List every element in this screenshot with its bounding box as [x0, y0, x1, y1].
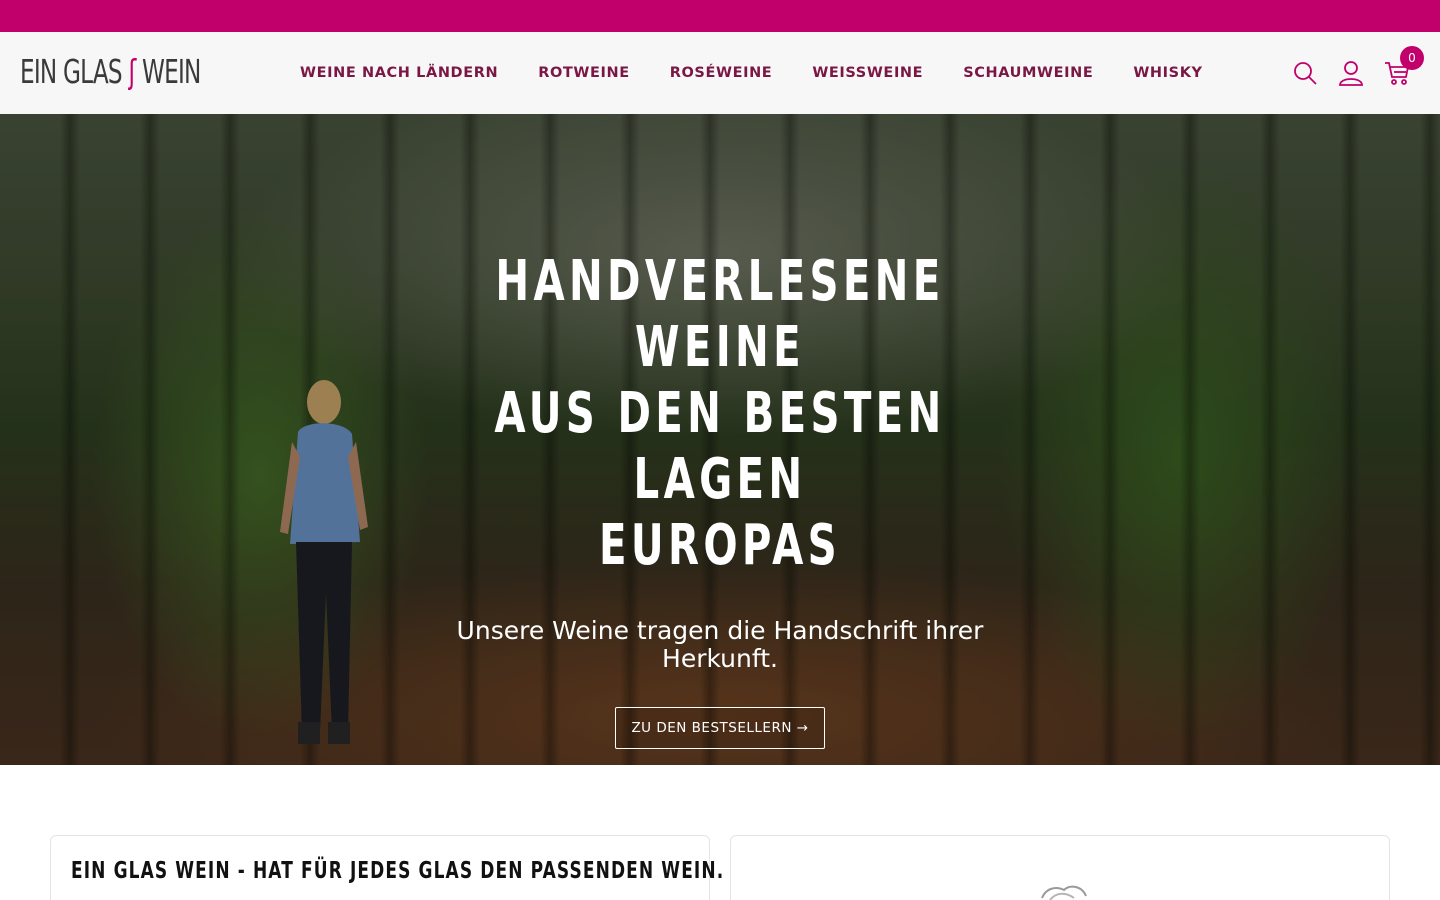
info-cards: EIN GLAS WEIN - HAT FÜR JEDES GLAS DEN P… — [50, 835, 1390, 900]
hero-title-line-3: EUROPAS — [599, 513, 841, 578]
hero-subtitle: Unsere Weine tragen die Handschrift ihre… — [456, 616, 984, 673]
nav-item-rotweine[interactable]: ROTWEINE — [538, 65, 630, 81]
hero-banner: HANDVERLESENE WEINE AUS DEN BESTEN LAGEN… — [0, 114, 1440, 765]
announcement-bar — [0, 0, 1440, 32]
site-header: EIN GLAS ʃ WEIN WEINE NACH LÄNDERN ROTWE… — [0, 32, 1440, 114]
site-logo[interactable]: EIN GLAS ʃ WEIN — [20, 54, 252, 90]
cart-button[interactable]: 0 — [1384, 46, 1424, 86]
search-icon — [1294, 62, 1317, 85]
wine-illustration-image — [1041, 885, 1087, 900]
search-button[interactable] — [1292, 60, 1318, 86]
intro-card: EIN GLAS WEIN - HAT FÜR JEDES GLAS DEN P… — [50, 835, 723, 900]
user-icon — [1339, 61, 1363, 86]
nav-item-schaumweine[interactable]: SCHAUMWEINE — [963, 65, 1093, 81]
intro-card-title: EIN GLAS WEIN - HAT FÜR JEDES GLAS DEN P… — [71, 858, 725, 884]
hero-title: HANDVERLESENE WEINE AUS DEN BESTEN LAGEN… — [468, 249, 972, 579]
logo-text: EIN GLAS ʃ WEIN — [20, 54, 201, 90]
logo-word-wein: WEIN — [142, 52, 201, 91]
bestseller-button[interactable]: ZU DEN BESTSELLERN → — [615, 707, 825, 749]
hero-content: HANDVERLESENE WEINE AUS DEN BESTEN LAGEN… — [370, 249, 1070, 749]
hero-title-line-1: HANDVERLESENE WEINE — [495, 249, 945, 380]
logo-word-ein-glas: EIN GLAS — [20, 52, 123, 91]
nav-item-weissweine[interactable]: WEISSWEINE — [812, 65, 923, 81]
header-icons: 0 — [1292, 32, 1424, 114]
image-card — [730, 835, 1390, 900]
nav-item-roseweine[interactable]: ROSÉWEINE — [670, 65, 773, 81]
hero-title-line-2: AUS DEN BESTEN LAGEN — [494, 381, 946, 512]
cart-count-badge: 0 — [1400, 46, 1424, 70]
account-button[interactable] — [1338, 60, 1364, 86]
nav-item-whisky[interactable]: WHISKY — [1133, 65, 1202, 81]
main-navigation: WEINE NACH LÄNDERN ROTWEINE ROSÉWEINE WE… — [300, 32, 1243, 114]
nav-item-weine-nach-laendern[interactable]: WEINE NACH LÄNDERN — [300, 65, 498, 81]
wine-glass-logo-icon: ʃ — [128, 52, 136, 91]
